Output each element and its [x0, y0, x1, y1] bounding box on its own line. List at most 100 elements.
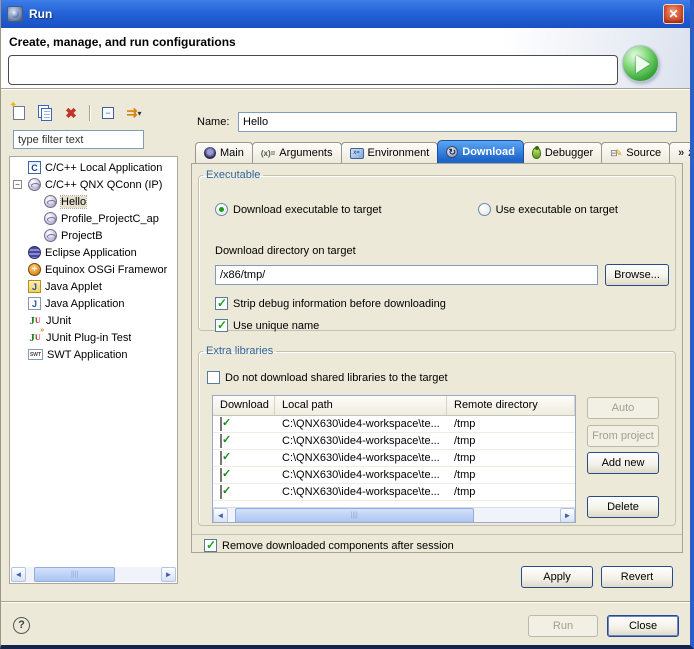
table-horizontal-scrollbar[interactable]: ◄ ► — [213, 507, 575, 522]
delete-button[interactable]: ✖ — [61, 103, 81, 123]
swt-icon — [28, 349, 43, 360]
strip-debug-checkbox-row[interactable]: Strip debug information before downloadi… — [215, 297, 446, 310]
download-tab-icon — [446, 146, 458, 158]
tree-item[interactable]: Java Applet — [10, 278, 177, 295]
browse-button[interactable]: Browse... — [605, 264, 669, 286]
scrollbar-thumb[interactable] — [235, 508, 474, 523]
tree-item[interactable]: Equinox OSGi Framewor — [10, 261, 177, 278]
column-header-download[interactable]: Download — [213, 396, 275, 415]
message-area — [8, 55, 618, 85]
radio-icon[interactable] — [478, 203, 491, 216]
tree-item[interactable]: Profile_ProjectC_ap — [10, 210, 177, 227]
extra-libraries-group-title: Extra libraries — [203, 345, 276, 357]
new-configuration-button[interactable] — [9, 103, 29, 123]
radio-download-executable[interactable]: Download executable to target — [215, 203, 382, 216]
delete-button[interactable]: Delete — [587, 496, 659, 518]
tab-download[interactable]: Download — [437, 140, 524, 163]
tree-item[interactable]: Java Application — [10, 295, 177, 312]
add-new-button[interactable]: Add new — [587, 452, 659, 474]
title-bar[interactable]: Run ✕ — [1, 0, 690, 28]
tab-source[interactable]: Source — [601, 142, 670, 163]
scroll-left-icon[interactable]: ◄ — [213, 508, 228, 523]
from-project-button[interactable]: From project — [587, 425, 659, 447]
table-row[interactable]: C:\QNX630\ide4-workspace\te.../tmp — [213, 450, 575, 467]
delete-icon: ✖ — [65, 106, 77, 120]
tab-overflow[interactable]: »2 — [669, 142, 694, 163]
tree-item[interactable]: C/C++ Local Application — [10, 159, 177, 176]
row-download-checkbox[interactable] — [220, 417, 222, 431]
libraries-table-body: C:\QNX630\ide4-workspace\te.../tmpC:\QNX… — [213, 416, 575, 501]
row-download-checkbox[interactable] — [220, 434, 222, 448]
table-row[interactable]: C:\QNX630\ide4-workspace\te.../tmp — [213, 433, 575, 450]
cell-local-path: C:\QNX630\ide4-workspace\te... — [275, 486, 447, 498]
radio-icon[interactable] — [215, 203, 228, 216]
configuration-tree-panel: C/C++ Local Application −C/C++ QNX QConn … — [9, 156, 178, 584]
column-header-remote-directory[interactable]: Remote directory — [447, 396, 575, 415]
table-row[interactable]: C:\QNX630\ide4-workspace\te.../tmp — [213, 416, 575, 433]
tree-item-label: ProjectB — [61, 230, 103, 242]
help-button[interactable]: ? — [13, 617, 30, 634]
tree-item-label: C/C++ Local Application — [45, 162, 162, 174]
tab-environment[interactable]: Environment — [341, 142, 439, 163]
remove-components-checkbox[interactable] — [204, 539, 217, 552]
tree-item-label: Equinox OSGi Framewor — [45, 264, 167, 276]
tree-item[interactable]: Eclipse Application — [10, 244, 177, 261]
tab-main[interactable]: Main — [195, 142, 253, 163]
config-tree: C/C++ Local Application −C/C++ QNX QConn … — [10, 159, 177, 566]
cell-local-path: C:\QNX630\ide4-workspace\te... — [275, 469, 447, 481]
tab-label: Environment — [368, 147, 430, 159]
plugin-arrow-icon: » — [40, 327, 44, 334]
table-row[interactable]: C:\QNX630\ide4-workspace\te.../tmp — [213, 467, 575, 484]
name-input[interactable] — [238, 112, 677, 132]
row-download-checkbox[interactable] — [220, 485, 222, 499]
unique-name-checkbox[interactable] — [215, 319, 228, 332]
filter-menu-button[interactable]: ⇉▾ — [124, 103, 144, 123]
tree-item[interactable]: »JUnit Plug-in Test — [10, 329, 177, 346]
row-download-checkbox[interactable] — [220, 468, 222, 482]
tree-item[interactable]: −C/C++ QNX QConn (IP) — [10, 176, 177, 193]
no-shared-checkbox-row[interactable]: Do not download shared libraries to the … — [207, 371, 448, 384]
radio-use-executable[interactable]: Use executable on target — [478, 203, 618, 216]
scrollbar-thumb[interactable] — [34, 567, 115, 582]
collapse-expander-icon[interactable]: − — [13, 180, 22, 189]
strip-debug-checkbox[interactable] — [215, 297, 228, 310]
close-button[interactable]: Close — [607, 615, 679, 637]
tab-debugger[interactable]: Debugger — [523, 142, 602, 163]
tree-item-label: Java Applet — [45, 281, 102, 293]
download-directory-input[interactable] — [215, 265, 598, 285]
column-header-local-path[interactable]: Local path — [275, 396, 447, 415]
radio-use-label: Use executable on target — [496, 204, 618, 216]
collapse-all-button[interactable]: − — [98, 103, 118, 123]
chevron-overflow-icon: » — [678, 147, 684, 159]
tree-horizontal-scrollbar[interactable]: ◄ ► — [11, 567, 176, 582]
cell-local-path: C:\QNX630\ide4-workspace\te... — [275, 418, 447, 430]
arguments-tab-icon — [261, 149, 275, 158]
strip-debug-label: Strip debug information before downloadi… — [233, 298, 446, 310]
table-row[interactable]: C:\QNX630\ide4-workspace\te.../tmp — [213, 484, 575, 501]
c-app-icon — [28, 161, 41, 174]
close-icon[interactable]: ✕ — [663, 4, 684, 24]
scroll-right-icon[interactable]: ► — [560, 508, 575, 523]
auto-button[interactable]: Auto — [587, 397, 659, 419]
tree-item[interactable]: Hello — [10, 193, 177, 210]
scrollbar-track[interactable] — [26, 567, 161, 582]
revert-button[interactable]: Revert — [601, 566, 673, 588]
cell-remote-directory: /tmp — [447, 418, 575, 430]
duplicate-button[interactable] — [35, 103, 55, 123]
no-shared-checkbox[interactable] — [207, 371, 220, 384]
remove-components-checkbox-row[interactable]: Remove downloaded components after sessi… — [204, 539, 454, 552]
tree-item[interactable]: SWT Application — [10, 346, 177, 363]
filter-input[interactable] — [13, 130, 144, 149]
row-download-checkbox[interactable] — [220, 451, 222, 465]
scroll-right-icon[interactable]: ► — [161, 567, 176, 582]
tab-arguments[interactable]: Arguments — [252, 142, 342, 163]
apply-button[interactable]: Apply — [521, 566, 593, 588]
run-button[interactable]: Run — [528, 615, 598, 637]
scroll-left-icon[interactable]: ◄ — [11, 567, 26, 582]
scrollbar-track[interactable] — [228, 508, 560, 522]
tree-item[interactable]: ProjectB — [10, 227, 177, 244]
unique-name-checkbox-row[interactable]: Use unique name — [215, 319, 319, 332]
tree-item[interactable]: JUnit — [10, 312, 177, 329]
new-configuration-icon — [13, 106, 25, 120]
unique-name-label: Use unique name — [233, 320, 319, 332]
